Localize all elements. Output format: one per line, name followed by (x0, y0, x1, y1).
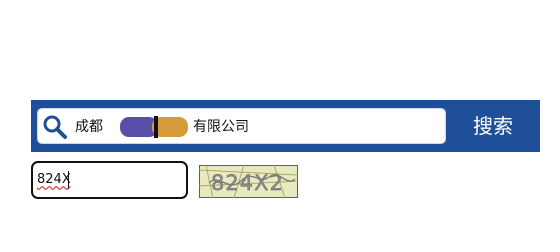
redaction-mark (120, 116, 188, 138)
text-caret (68, 171, 69, 189)
captcha-image[interactable]: 824X2 (199, 165, 298, 198)
search-bar: 成都 有限公司 搜索 (31, 100, 540, 152)
search-query-suffix: 有限公司 (193, 119, 249, 135)
search-input[interactable]: 成都 有限公司 (37, 108, 446, 144)
captcha-input-value: 824X (37, 172, 71, 187)
search-button[interactable]: 搜索 (446, 100, 540, 152)
captcha-input[interactable]: 824X (31, 161, 188, 199)
search-icon (43, 115, 67, 139)
search-query-prefix: 成都 (75, 119, 103, 135)
